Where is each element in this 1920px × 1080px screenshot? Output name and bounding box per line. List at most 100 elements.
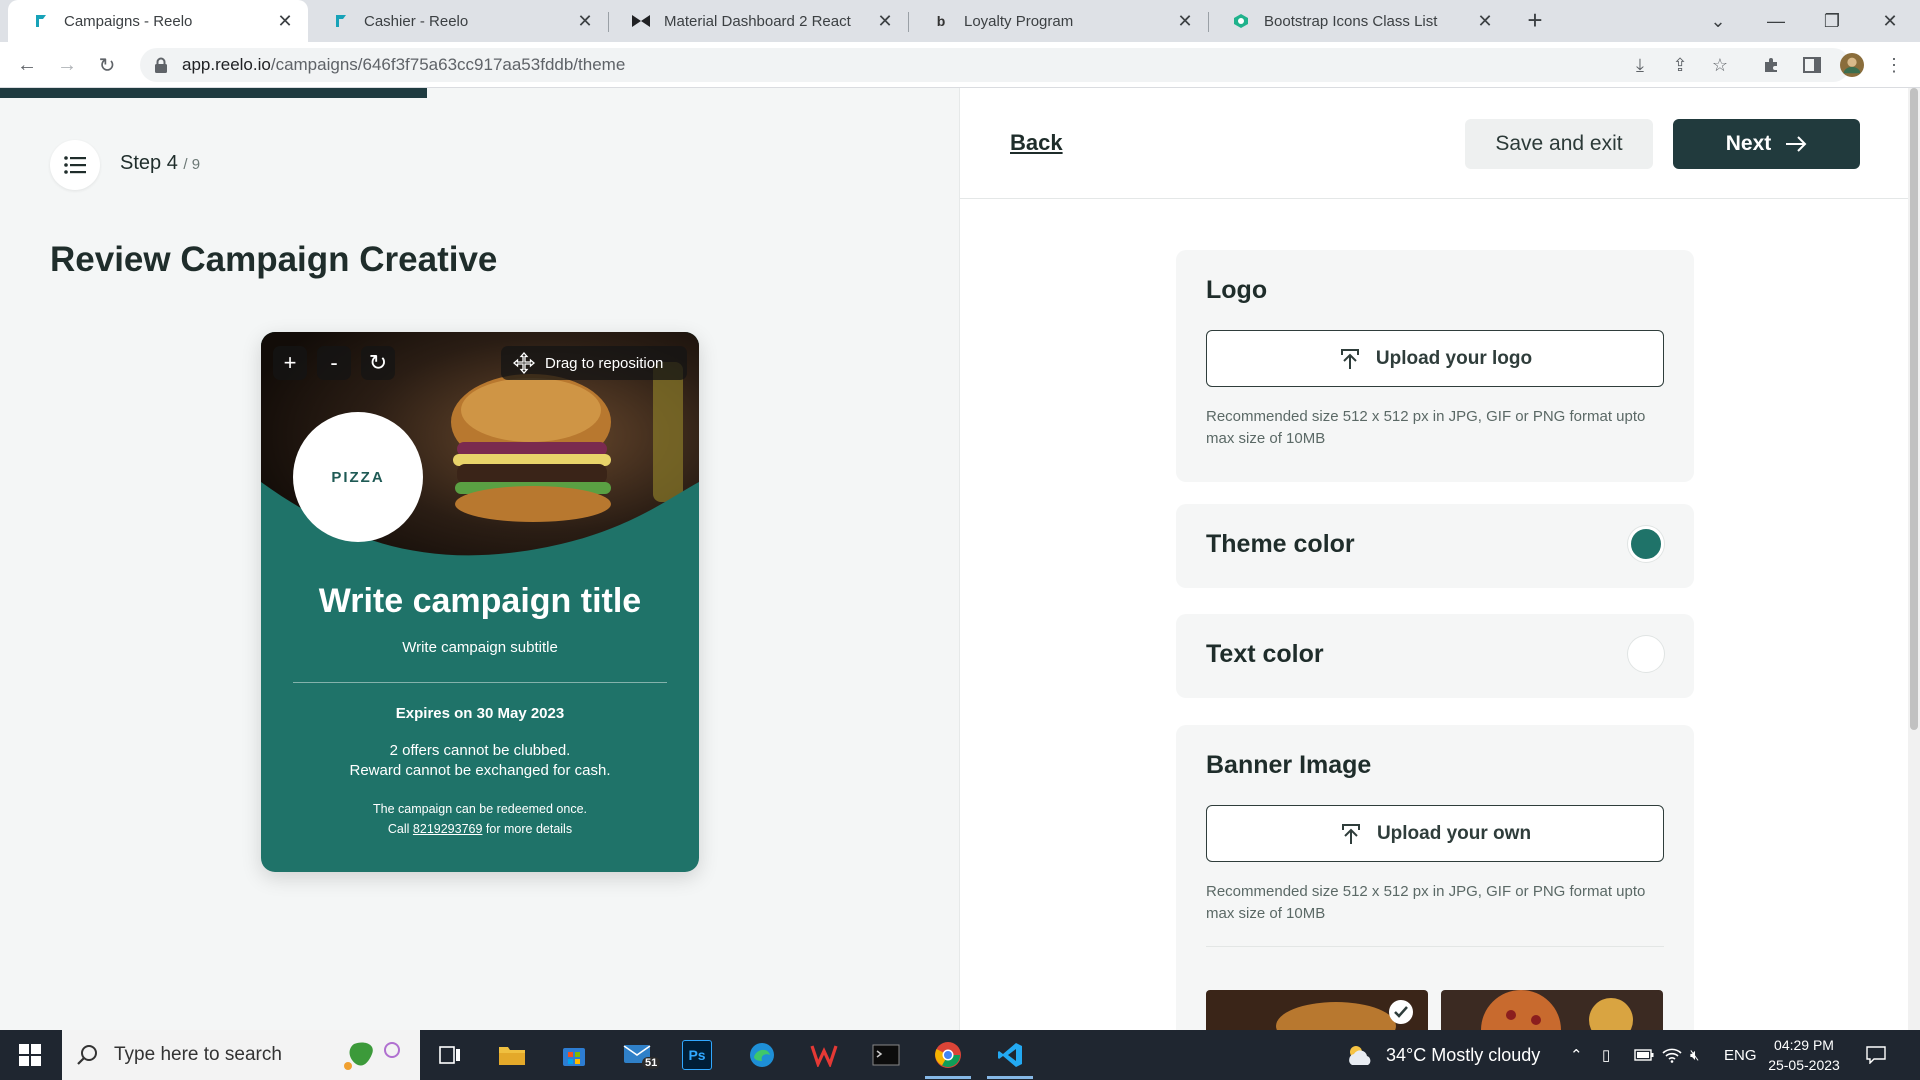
reelo-icon	[332, 12, 350, 30]
bootstrap-icon	[1232, 12, 1250, 30]
reset-position-button[interactable]: ↻	[361, 346, 395, 380]
campaign-title[interactable]: Write campaign title	[261, 582, 699, 621]
task-view-icon[interactable]	[432, 1037, 468, 1073]
battery-icon[interactable]	[1634, 1030, 1654, 1080]
cloudy-weather-icon	[1349, 1046, 1371, 1065]
campaign-footer: The campaign can be redeemed once. Call …	[261, 799, 699, 839]
wps-office-icon[interactable]	[806, 1037, 842, 1073]
microsoft-store-icon[interactable]	[556, 1037, 592, 1073]
tab-close-icon[interactable]: ✕	[1476, 11, 1494, 32]
wifi-icon[interactable]	[1662, 1030, 1682, 1080]
url-path: /campaigns/646f3f75a63cc917aa53fddb/them…	[270, 55, 626, 74]
search-placeholder: Type here to search	[114, 1044, 282, 1065]
photoshop-icon[interactable]: Ps	[682, 1040, 712, 1070]
zoom-in-button[interactable]: +	[273, 346, 307, 380]
install-app-icon[interactable]: ⤓	[1628, 53, 1652, 77]
upload-banner-button[interactable]: Upload your own	[1206, 805, 1664, 862]
material-icon	[632, 12, 650, 30]
show-hidden-icons[interactable]: ⌃	[1570, 1030, 1583, 1080]
tab-close-icon[interactable]: ✕	[576, 11, 594, 32]
tab-close-icon[interactable]: ✕	[276, 11, 294, 32]
profile-avatar[interactable]	[1840, 53, 1864, 77]
tab-search-chevron-icon[interactable]: ⌄	[1690, 0, 1746, 42]
weather-widget[interactable]: 34°C Mostly cloudy	[1344, 1030, 1540, 1080]
banner-divider	[1206, 946, 1664, 947]
browser-menu-icon[interactable]: ⋮	[1882, 53, 1906, 77]
input-language[interactable]: ENG	[1724, 1030, 1757, 1080]
editor-topbar: Back Save and exit Next	[960, 88, 1908, 199]
windows-start-icon[interactable]	[0, 1030, 60, 1080]
bookmark-star-icon[interactable]: ☆	[1708, 53, 1732, 77]
tab-loyalty-program[interactable]: b Loyalty Program ✕	[908, 0, 1208, 42]
campaign-card-preview: + - ↻ Drag to reposition PIZZA Write cam…	[261, 332, 699, 872]
lock-icon	[155, 57, 167, 73]
step-progress-bar	[0, 88, 427, 98]
terminal-icon[interactable]	[868, 1037, 904, 1073]
mail-badge: 51	[642, 1057, 661, 1069]
campaign-subtitle[interactable]: Write campaign subtitle	[261, 639, 699, 656]
tab-bootstrap-icons[interactable]: Bootstrap Icons Class List ✕	[1208, 0, 1508, 42]
system-clock[interactable]: 04:29 PM 25-05-2023	[1764, 1035, 1844, 1075]
extensions-puzzle-icon[interactable]	[1760, 53, 1784, 77]
scrollbar-thumb[interactable]	[1910, 88, 1918, 730]
tab-cashier-reelo[interactable]: Cashier - Reelo ✕	[308, 0, 608, 42]
vscode-active-indicator	[987, 1076, 1033, 1079]
reelo-icon	[32, 12, 50, 30]
terms-line: 2 offers cannot be clubbed.	[389, 742, 571, 759]
tab-close-icon[interactable]: ✕	[1176, 11, 1194, 32]
chrome-icon[interactable]	[930, 1037, 966, 1073]
tab-title: Campaigns - Reelo	[64, 12, 193, 30]
tab-close-icon[interactable]: ✕	[876, 11, 894, 32]
back-arrow-icon[interactable]: ←	[12, 50, 42, 80]
theme-color-panel[interactable]: Theme color	[1176, 504, 1694, 588]
page-title: Review Campaign Creative	[50, 240, 498, 279]
page-content: Step 4 / 9 Review Campaign Creative + - …	[0, 88, 1920, 1055]
phone-link[interactable]: 8219293769	[413, 822, 483, 836]
edge-icon[interactable]	[744, 1037, 780, 1073]
brand-logo: PIZZA	[293, 412, 423, 542]
chrome-active-indicator	[925, 1076, 971, 1079]
maximize-icon[interactable]: ❐	[1804, 0, 1860, 42]
move-arrows-icon	[513, 352, 535, 374]
drag-label: Drag to reposition	[545, 354, 664, 372]
save-and-exit-button[interactable]: Save and exit	[1465, 119, 1653, 169]
tab-title: Bootstrap Icons Class List	[1264, 12, 1438, 30]
preview-pane: Step 4 / 9 Review Campaign Creative + - …	[0, 88, 960, 1030]
mail-icon[interactable]: 51	[620, 1037, 661, 1073]
banner-thumb-burger[interactable]	[1206, 990, 1428, 1030]
back-button[interactable]: Back	[1010, 130, 1063, 156]
upload-banner-label: Upload your own	[1376, 822, 1532, 844]
new-tab-plus-icon[interactable]: +	[1520, 6, 1550, 36]
vscode-icon[interactable]	[992, 1037, 1028, 1073]
next-button[interactable]: Next	[1673, 119, 1860, 169]
tab-material-dashboard[interactable]: Material Dashboard 2 React ✕	[608, 0, 908, 42]
zoom-out-button[interactable]: -	[317, 346, 351, 380]
theme-color-swatch[interactable]	[1628, 526, 1664, 562]
page-scrollbar[interactable]	[1908, 88, 1920, 1030]
footer-line: The campaign can be redeemed once.	[372, 802, 588, 816]
taskbar-search-input[interactable]: Type here to search	[62, 1030, 420, 1080]
text-color-swatch[interactable]	[1628, 636, 1664, 672]
footer-line: Call 8219293769 for more details	[261, 819, 699, 839]
banner-thumb-pizza[interactable]	[1441, 990, 1663, 1030]
theme-color-title: Theme color	[1206, 530, 1355, 558]
url-bar[interactable]: app.reelo.io/campaigns/646f3f75a63cc917a…	[140, 48, 1850, 82]
window-close-icon[interactable]: ✕	[1862, 0, 1918, 42]
forward-arrow-icon[interactable]: →	[52, 50, 82, 80]
text-color-panel[interactable]: Text color	[1176, 614, 1694, 698]
upload-logo-button[interactable]: Upload your logo	[1206, 330, 1664, 387]
steps-list-button[interactable]	[50, 140, 100, 190]
notifications-icon[interactable]	[1866, 1030, 1886, 1080]
settings-pane: Back Save and exit Next Logo Upload your…	[960, 88, 1908, 1055]
device-icon[interactable]: ▯	[1602, 1030, 1610, 1080]
tab-campaigns-reelo[interactable]: Campaigns - Reelo ✕	[8, 0, 308, 42]
drag-to-reposition-handle[interactable]: Drag to reposition	[501, 346, 687, 380]
minimize-icon[interactable]: —	[1748, 0, 1804, 42]
upload-icon	[1340, 348, 1359, 369]
share-icon[interactable]: ⇪	[1668, 53, 1692, 77]
file-explorer-icon[interactable]	[494, 1037, 530, 1073]
side-panel-icon[interactable]	[1800, 53, 1824, 77]
volume-muted-icon[interactable]: 🔇︎	[1690, 1030, 1699, 1080]
arrow-right-icon	[1786, 136, 1807, 152]
reload-icon[interactable]: ↻	[92, 50, 122, 80]
